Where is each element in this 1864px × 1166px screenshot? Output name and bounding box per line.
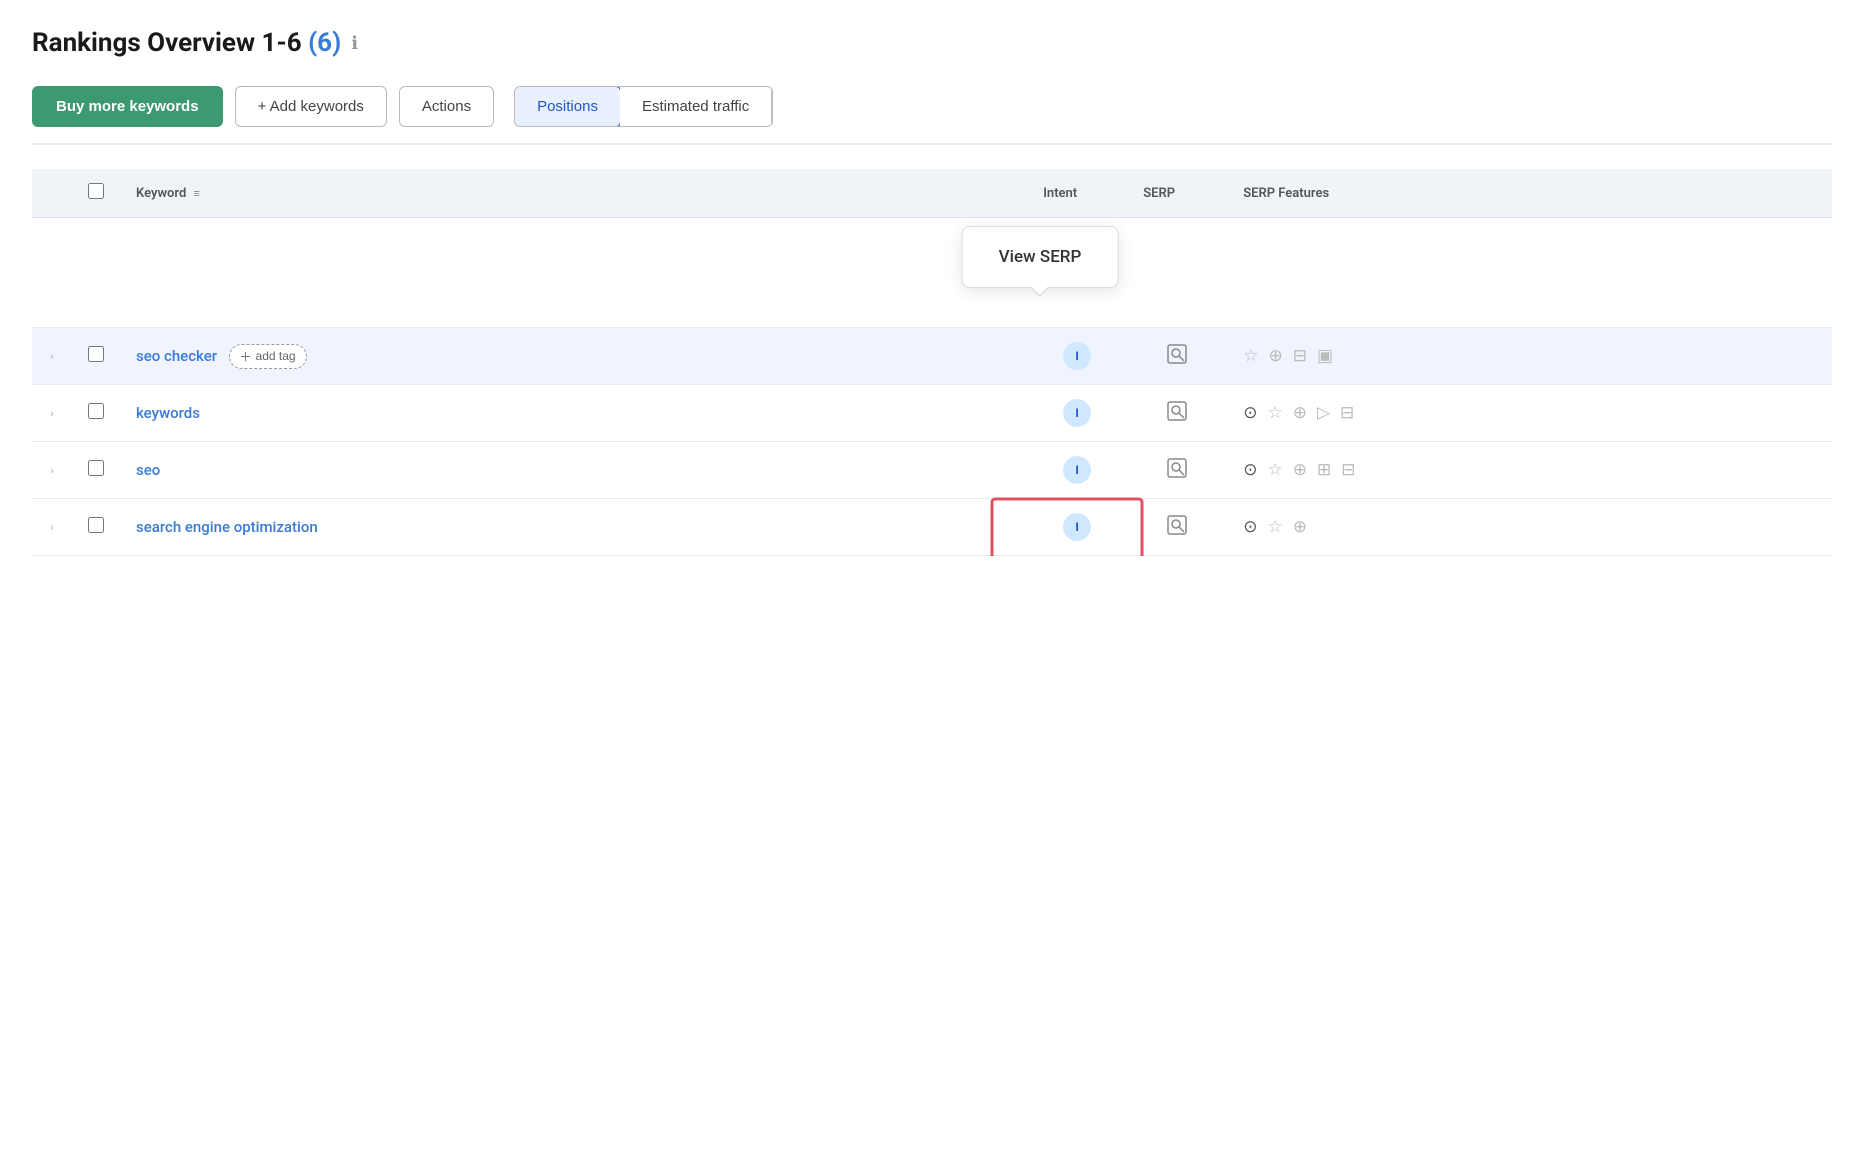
row-checkbox[interactable] (88, 403, 104, 419)
keyword-cell: search engine optimization (120, 499, 1027, 556)
ad-icon[interactable]: ▣ (1317, 346, 1333, 366)
serp-view-icon[interactable] (1166, 514, 1188, 536)
keyword-link[interactable]: seo checker (136, 347, 217, 365)
add-tag-button[interactable]: ＋ add tag (229, 344, 307, 369)
sitelinks-icon[interactable]: ⊟ (1293, 346, 1307, 366)
link-icon[interactable]: ⊕ (1293, 460, 1307, 480)
intent-cell: I (1027, 499, 1127, 556)
table-header-row: Keyword ≡ Intent SERP SERP Features (32, 169, 1832, 218)
keyword-link[interactable]: search engine optimization (136, 518, 318, 536)
featured-snippet-icon[interactable]: ☆ (1267, 460, 1282, 480)
keyword-link[interactable]: seo (136, 461, 160, 479)
video-icon[interactable]: ▷ (1317, 403, 1330, 423)
rankings-table: Keyword ≡ Intent SERP SERP Features View… (32, 169, 1832, 556)
serp-cell (1127, 442, 1227, 499)
keyword-cell: seo (120, 442, 1027, 499)
featured-snippet-icon[interactable]: ☆ (1267, 517, 1282, 537)
page-title: Rankings Overview 1-6 (6) (32, 28, 341, 58)
serp-view-icon[interactable] (1166, 343, 1188, 365)
view-tab-group: Positions Estimated traffic (514, 86, 773, 127)
buy-keywords-button[interactable]: Buy more keywords (32, 86, 223, 127)
serp-view-icon[interactable] (1166, 457, 1188, 479)
sitelinks-icon[interactable]: ⊟ (1340, 403, 1354, 423)
checkbox-cell (72, 385, 120, 442)
featured-snippet-icon[interactable]: ☆ (1267, 403, 1282, 423)
people-also-ask-icon[interactable]: ⊙ (1243, 460, 1257, 480)
chevron-right-icon[interactable]: › (50, 350, 53, 363)
row-checkbox[interactable] (88, 346, 104, 362)
table-row: › seo I (32, 442, 1832, 499)
expand-cell[interactable]: › (32, 442, 72, 499)
view-serp-tooltip: View SERP (962, 226, 1119, 288)
title-text: Rankings Overview (32, 28, 255, 58)
keyword-cell: seo checker ＋ add tag (120, 328, 1027, 385)
link-icon[interactable]: ⊕ (1268, 346, 1282, 366)
serp-features-cell: ⊙ ☆ ⊕ ▷ ⊟ (1227, 385, 1832, 442)
table-wrapper: Keyword ≡ Intent SERP SERP Features View… (32, 169, 1832, 556)
intent-cell: I (1027, 442, 1127, 499)
page-header: Rankings Overview 1-6 (6) ℹ (32, 28, 1832, 58)
intent-badge[interactable]: I (1063, 399, 1091, 427)
chevron-right-icon[interactable]: › (50, 464, 53, 477)
intent-badge[interactable]: I (1063, 342, 1091, 370)
th-checkbox (72, 169, 120, 218)
expand-cell[interactable]: › (32, 328, 72, 385)
serp-cell (1127, 385, 1227, 442)
keyword-link[interactable]: keywords (136, 404, 200, 422)
serp-cell (1127, 499, 1227, 556)
checkbox-cell (72, 499, 120, 556)
people-also-ask-icon[interactable]: ⊙ (1243, 403, 1257, 423)
add-keywords-button[interactable]: + Add keywords (235, 86, 387, 127)
link-icon[interactable]: ⊕ (1293, 403, 1307, 423)
tab-estimated-traffic[interactable]: Estimated traffic (620, 87, 772, 126)
actions-button[interactable]: Actions (399, 86, 494, 127)
select-all-checkbox[interactable] (88, 183, 104, 199)
title-count: (6) (308, 28, 341, 58)
row-checkbox[interactable] (88, 517, 104, 533)
th-serp: SERP (1127, 169, 1227, 218)
image-icon[interactable]: ⊞ (1317, 460, 1331, 480)
table-row: › search engine optimization I (32, 499, 1832, 556)
checkbox-cell (72, 442, 120, 499)
serp-features-cell: ⊙ ☆ ⊕ (1227, 499, 1832, 556)
row-checkbox[interactable] (88, 460, 104, 476)
serp-features-cell: ⊙ ☆ ⊕ ⊞ ⊟ (1227, 442, 1832, 499)
serp-cell (1127, 328, 1227, 385)
serp-features-cell: ☆ ⊕ ⊟ ▣ (1227, 328, 1832, 385)
people-also-ask-icon[interactable]: ⊙ (1243, 517, 1257, 537)
expand-cell[interactable]: › (32, 499, 72, 556)
th-intent: Intent (1027, 169, 1127, 218)
table-row: › keywords I (32, 385, 1832, 442)
expand-cell[interactable]: › (32, 385, 72, 442)
toolbar: Buy more keywords + Add keywords Actions… (32, 86, 1832, 145)
table-row: › seo checker ＋ add tag I (32, 328, 1832, 385)
link-icon[interactable]: ⊕ (1293, 517, 1307, 537)
sort-icon[interactable]: ≡ (194, 187, 200, 200)
keyword-cell: keywords (120, 385, 1027, 442)
chevron-right-icon[interactable]: › (50, 521, 53, 534)
info-icon[interactable]: ℹ (351, 33, 358, 54)
title-range: 1-6 (262, 28, 302, 58)
intent-badge[interactable]: I (1063, 456, 1091, 484)
th-serp-features: SERP Features (1227, 169, 1832, 218)
chevron-right-icon[interactable]: › (50, 407, 53, 420)
th-expand (32, 169, 72, 218)
tab-positions[interactable]: Positions (514, 86, 621, 127)
featured-snippet-icon[interactable]: ☆ (1243, 346, 1258, 366)
serp-view-icon[interactable] (1166, 400, 1188, 422)
intent-badge[interactable]: I (1063, 513, 1091, 541)
intent-cell: I (1027, 385, 1127, 442)
intent-cell: I (1027, 328, 1127, 385)
checkbox-cell (72, 328, 120, 385)
th-keyword: Keyword ≡ (120, 169, 1027, 218)
sitelinks-icon[interactable]: ⊟ (1341, 460, 1355, 480)
tooltip-row: View SERP (32, 218, 1832, 328)
